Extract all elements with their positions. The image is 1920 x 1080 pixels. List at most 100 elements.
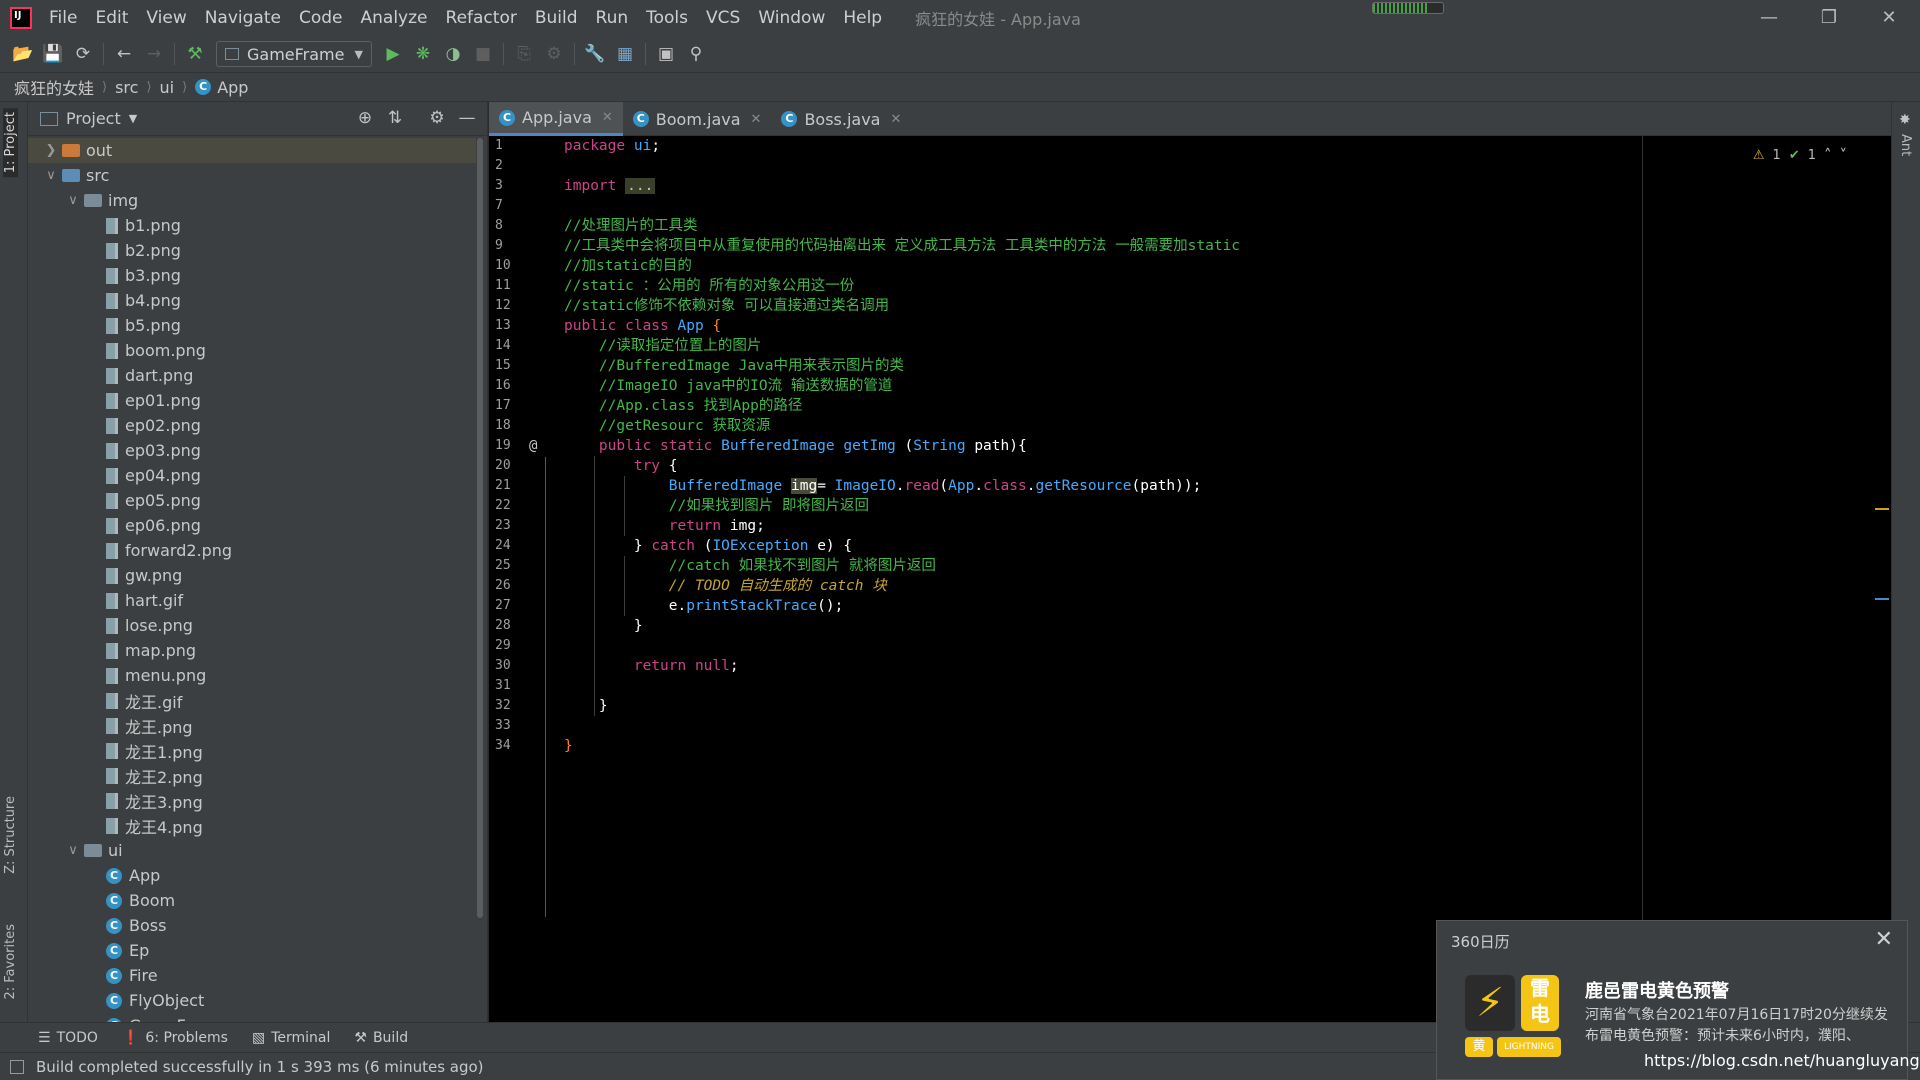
tree-item[interactable]: b1.png	[28, 213, 476, 238]
code-line[interactable]: //BufferedImage Java中用来表示图片的类	[564, 356, 1684, 376]
menu-help[interactable]: Help	[834, 0, 891, 36]
tree-item[interactable]: boom.png	[28, 338, 476, 363]
tree-item[interactable]: C FlyObject	[28, 988, 476, 1013]
tree-item[interactable]: ∨ src	[28, 163, 476, 188]
line-number[interactable]: 10	[489, 256, 549, 276]
tree-item[interactable]: forward2.png	[28, 538, 476, 563]
code-line[interactable]: try {	[564, 456, 1684, 476]
code-line[interactable]: //getResourc 获取资源	[564, 416, 1684, 436]
tree-item[interactable]: b3.png	[28, 263, 476, 288]
breadcrumb-ui[interactable]: ui	[160, 78, 175, 97]
line-number[interactable]: 1	[489, 136, 549, 156]
close-tab-icon[interactable]: ✕	[602, 110, 613, 125]
tab-structure[interactable]: Z: Structure	[3, 792, 18, 878]
tree-item[interactable]: C Boom	[28, 888, 476, 913]
tab-build[interactable]: ⚒ Build	[354, 1030, 408, 1046]
forward-arrow-icon[interactable]: →	[139, 40, 169, 68]
editor-tab[interactable]: C Boom.java ✕	[623, 102, 772, 136]
code-line[interactable]: return null;	[564, 656, 1684, 676]
menu-view[interactable]: View	[137, 0, 195, 36]
status-message[interactable]: Build completed successfully in 1 s 393 …	[36, 1058, 484, 1076]
menu-code[interactable]: Code	[290, 0, 352, 36]
save-icon[interactable]: 💾	[38, 40, 68, 68]
code-line[interactable]: import ...	[564, 176, 1684, 196]
presentation-mode-icon[interactable]: ▣	[651, 40, 681, 68]
code-line[interactable]: }	[564, 736, 1684, 756]
tree-item[interactable]: CGameFrame	[28, 1013, 476, 1022]
line-number[interactable]: 23	[489, 516, 549, 536]
editor-tab[interactable]: C App.java ✕	[489, 102, 623, 136]
menu-tools[interactable]: Tools	[637, 0, 697, 36]
line-number[interactable]: 31	[489, 676, 549, 696]
code-line[interactable]: //catch 如果找不到图片 就将图片返回	[564, 556, 1684, 576]
chevron-down-icon[interactable]: ˅	[1840, 146, 1848, 164]
line-number[interactable]: 13	[489, 316, 549, 336]
close-tab-icon[interactable]: ✕	[890, 112, 901, 127]
code-line[interactable]: e.printStackTrace();	[564, 596, 1684, 616]
status-toggle-icon[interactable]	[10, 1059, 24, 1074]
tree-item[interactable]: ep04.png	[28, 463, 476, 488]
close-icon[interactable]: ✕	[1875, 927, 1893, 952]
tree-item[interactable]: hart.gif	[28, 588, 476, 613]
warning-stripe-marker[interactable]	[1875, 508, 1889, 510]
chevron-up-icon[interactable]: ˄	[1824, 146, 1832, 164]
menu-run[interactable]: Run	[587, 0, 638, 36]
stop-icon[interactable]: ■	[468, 40, 498, 68]
menu-navigate[interactable]: Navigate	[196, 0, 290, 36]
code-line[interactable]: //static修饰不依赖对象 可以直接通过类名调用	[564, 296, 1684, 316]
code-line[interactable]	[564, 636, 1684, 656]
line-number[interactable]: 20	[489, 456, 549, 476]
line-number[interactable]: 2	[489, 156, 549, 176]
code-line[interactable]: //static ：公用的 所有的对象公用这一份	[564, 276, 1684, 296]
menu-vcs[interactable]: VCS	[697, 0, 749, 36]
chevron-right-icon[interactable]: ❯	[40, 143, 62, 158]
tree-item[interactable]: ❯ out	[28, 138, 476, 163]
project-tree-scrollbar[interactable]	[476, 138, 484, 958]
code-line[interactable]	[564, 156, 1684, 176]
profiler-icon[interactable]: ⚙	[539, 40, 569, 68]
tree-item[interactable]: ep05.png	[28, 488, 476, 513]
code-line[interactable]	[564, 716, 1684, 736]
breadcrumb-project[interactable]: 疯狂的女娃	[14, 75, 94, 99]
code-line[interactable]: public static BufferedImage getImg (Stri…	[564, 436, 1684, 456]
code-line[interactable]: package ui;	[564, 136, 1684, 156]
code-line[interactable]: }	[564, 616, 1684, 636]
line-number[interactable]: 29	[489, 636, 549, 656]
line-number[interactable]: 11	[489, 276, 549, 296]
tree-item[interactable]: C Fire	[28, 963, 476, 988]
tree-item[interactable]: gw.png	[28, 563, 476, 588]
code-line[interactable]	[564, 196, 1684, 216]
tree-item[interactable]: C Boss	[28, 913, 476, 938]
tree-item[interactable]: ep01.png	[28, 388, 476, 413]
line-number[interactable]: 32	[489, 696, 549, 716]
tree-item[interactable]: ∨ ui	[28, 838, 476, 863]
line-number[interactable]: 12	[489, 296, 549, 316]
code-line[interactable]: //处理图片的工具类	[564, 216, 1684, 236]
line-number[interactable]: 16	[489, 376, 549, 396]
menu-analyze[interactable]: Analyze	[352, 0, 437, 36]
menu-file[interactable]: File	[40, 0, 86, 36]
tree-item[interactable]: dart.png	[28, 363, 476, 388]
tab-favorites[interactable]: 2: Favorites	[3, 920, 18, 1004]
line-number[interactable]: 19	[489, 436, 549, 456]
tree-item[interactable]: C Ep	[28, 938, 476, 963]
close-tab-icon[interactable]: ✕	[751, 112, 762, 127]
tree-item[interactable]: ∨ img	[28, 188, 476, 213]
line-number[interactable]: 24	[489, 536, 549, 556]
menu-refactor[interactable]: Refactor	[437, 0, 526, 36]
code-line[interactable]	[564, 676, 1684, 696]
tab-problems[interactable]: ❗ 6: Problems	[122, 1030, 228, 1046]
line-number[interactable]: 27	[489, 596, 549, 616]
code-line[interactable]: //如果找到图片 即将图片返回	[564, 496, 1684, 516]
code-line[interactable]: //ImageIO java中的IO流 输送数据的管道	[564, 376, 1684, 396]
line-number[interactable]: 21	[489, 476, 549, 496]
code-line[interactable]: public class App {	[564, 316, 1684, 336]
wrench-settings-icon[interactable]: 🔧	[580, 40, 610, 68]
line-number[interactable]: 3	[489, 176, 549, 196]
run-icon[interactable]: ▶	[378, 40, 408, 68]
tab-todo[interactable]: ☰ TODO	[38, 1030, 98, 1046]
debug-bug-icon[interactable]: ❋	[408, 40, 438, 68]
tree-item[interactable]: lose.png	[28, 613, 476, 638]
line-number[interactable]: 14	[489, 336, 549, 356]
collapse-all-icon[interactable]: ⇅	[380, 108, 410, 128]
